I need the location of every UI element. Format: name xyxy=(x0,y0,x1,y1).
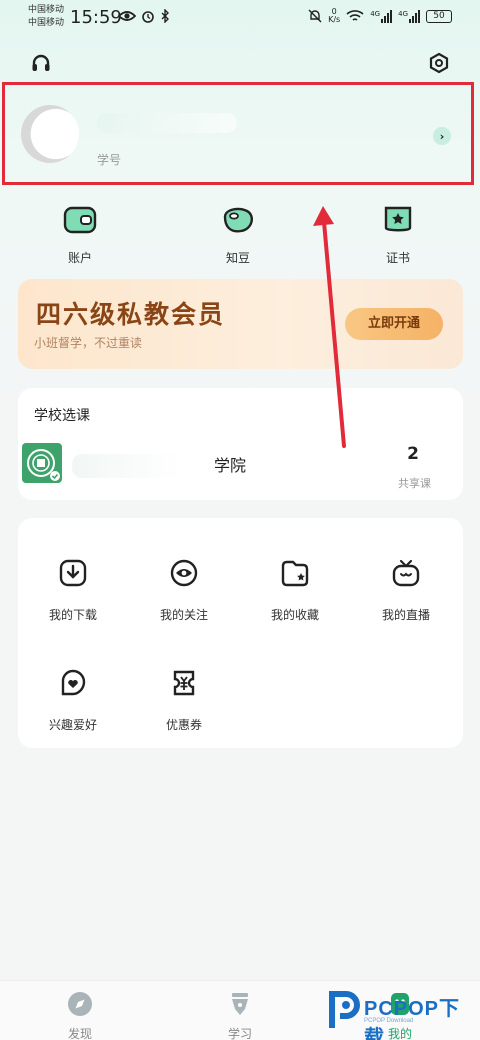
menu-label: 我的关注 xyxy=(159,608,208,622)
net-speed: 0 K/s xyxy=(328,8,340,24)
tab-study[interactable]: 学习 xyxy=(200,991,280,1040)
profile-card[interactable]: 学号 › xyxy=(2,82,474,185)
tab-label: 发现 xyxy=(67,1027,92,1040)
user-name-redacted xyxy=(97,113,237,133)
avatar[interactable] xyxy=(21,105,79,163)
menu-label: 我的下载 xyxy=(48,608,97,622)
eye-icon xyxy=(170,559,198,587)
menu-label: 我的直播 xyxy=(381,608,430,622)
carrier-1: 中国移动 xyxy=(28,5,65,15)
menu-my-favorites[interactable]: 我的收藏 xyxy=(240,558,350,623)
certificate-icon xyxy=(384,206,412,232)
quick-action-label: 证书 xyxy=(385,251,410,265)
student-number-label: 学号 xyxy=(97,153,122,167)
tab-label: 学习 xyxy=(227,1027,252,1040)
pen-nib-icon xyxy=(232,993,248,1015)
quick-action-label: 知豆 xyxy=(225,251,250,265)
signal-1: 4G xyxy=(370,9,393,23)
alarm-icon xyxy=(142,11,154,23)
status-time: 15:59 xyxy=(70,7,122,28)
school-logo[interactable] xyxy=(22,443,62,483)
school-emblem-icon xyxy=(27,449,60,481)
settings-hexagon-icon[interactable] xyxy=(428,52,450,74)
signal-2: 4G xyxy=(398,9,420,23)
status-left-icons xyxy=(118,9,170,23)
signal-1-label: 4G xyxy=(370,9,381,18)
tv-icon xyxy=(392,559,420,587)
school-name[interactable]: 学院 xyxy=(214,452,246,476)
menu-interests[interactable]: 兴趣爱好 xyxy=(18,668,128,733)
activate-now-button[interactable]: 立即开通 xyxy=(345,308,443,340)
banner-subtitle: 小班督学，不过重读 xyxy=(34,336,143,350)
school-section-title: 学校选课 xyxy=(34,408,90,424)
menu-my-follows[interactable]: 我的关注 xyxy=(129,558,239,623)
pcpop-logo-icon xyxy=(329,991,360,1028)
signal-2-label: 4G xyxy=(398,9,408,18)
carrier-2: 中国移动 xyxy=(28,18,65,28)
school-name-redacted xyxy=(72,454,182,478)
tab-discover[interactable]: 发现 xyxy=(40,991,120,1040)
favorite-folder-icon xyxy=(281,560,309,587)
headset-icon[interactable] xyxy=(30,52,52,74)
wallet-icon xyxy=(63,206,97,234)
shared-course-count[interactable]: 2 xyxy=(407,444,419,464)
shared-course-label: 共享课 xyxy=(398,477,431,490)
banner-title: 四六级私教会员 xyxy=(36,300,226,329)
quick-action-label: 账户 xyxy=(67,251,92,265)
quick-action-account[interactable]: 账户 xyxy=(40,205,120,266)
download-icon xyxy=(59,559,87,587)
pcpop-watermark: PCPOP下载 PCPOP Download xyxy=(326,986,476,1040)
compass-icon xyxy=(68,992,92,1016)
eye-status-icon xyxy=(118,11,136,21)
my-menu-card: 我的下载 我的关注 我的收藏 我的直播 兴趣爱好 优惠券 xyxy=(18,518,463,748)
mute-bell-icon xyxy=(308,9,322,23)
quick-actions: 账户 知豆 证书 xyxy=(0,205,480,267)
school-courses-card: 学校选课 学院 2 共享课 xyxy=(18,388,463,500)
watermark-text: PCPOP下载 xyxy=(364,998,461,1040)
status-bar: 中国移动 中国移动 15:59 0 K/s 4G 4G 50 xyxy=(0,0,480,36)
battery-level: 50 xyxy=(433,10,445,21)
menu-label: 我的收藏 xyxy=(270,608,319,622)
battery-icon: 50 xyxy=(426,9,452,23)
bean-icon xyxy=(223,207,253,233)
menu-label: 优惠券 xyxy=(165,718,202,732)
coupon-icon xyxy=(173,670,195,696)
menu-coupons[interactable]: 优惠券 xyxy=(129,668,239,733)
status-right-icons: 0 K/s 4G 4G 50 xyxy=(308,8,452,24)
watermark-subtext: PCPOP Download xyxy=(364,1018,414,1024)
bluetooth-icon xyxy=(161,9,169,23)
menu-my-downloads[interactable]: 我的下载 xyxy=(18,558,128,623)
wifi-icon xyxy=(346,10,364,21)
carrier-labels: 中国移动 中国移动 xyxy=(28,4,64,30)
menu-my-live[interactable]: 我的直播 xyxy=(351,558,461,623)
chevron-right-icon[interactable]: › xyxy=(433,127,451,145)
menu-label: 兴趣爱好 xyxy=(48,718,97,732)
quick-action-certificate[interactable]: 证书 xyxy=(358,205,438,266)
net-speed-unit: K/s xyxy=(328,15,341,24)
top-bar xyxy=(0,46,480,82)
heart-badge-icon xyxy=(61,669,86,696)
quick-action-beans[interactable]: 知豆 xyxy=(198,205,278,266)
membership-banner[interactable]: 四六级私教会员 小班督学，不过重读 立即开通 xyxy=(18,279,463,369)
